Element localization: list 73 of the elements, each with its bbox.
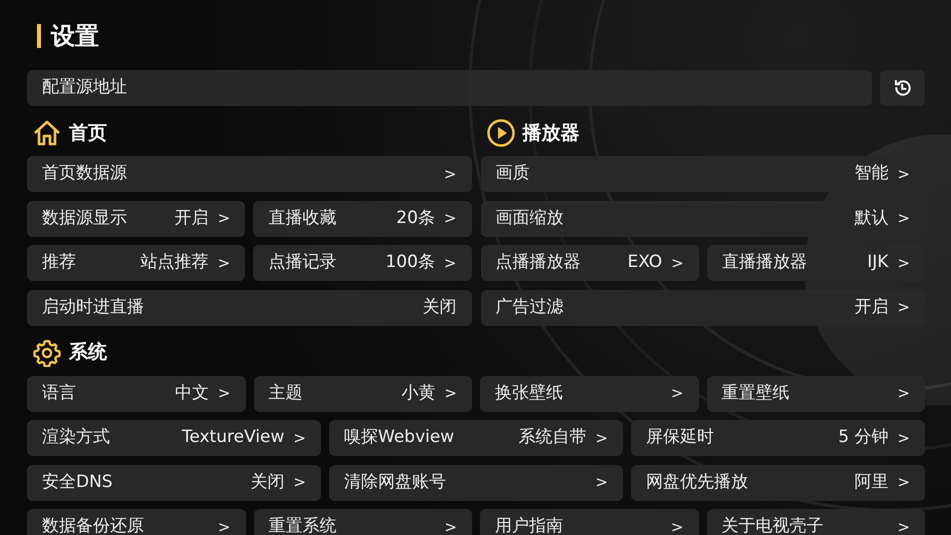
setting-value: 系统自带 [518, 426, 586, 450]
arrow-glyph: > [897, 164, 910, 185]
setting-item[interactable]: 直播收藏 20条 > [253, 200, 472, 236]
section-title: 首页 [69, 120, 107, 146]
setting-value: 默认 [854, 206, 888, 230]
setting-item[interactable]: 点播播放器 EXO > [480, 245, 699, 281]
setting-value: 开启 [854, 296, 888, 319]
setting-item[interactable]: 关于电视壳子 > [706, 509, 925, 535]
settings-icon [33, 338, 61, 366]
setting-value: IJK [867, 251, 888, 274]
arrow-glyph: > [218, 252, 230, 274]
arrow-glyph: > [444, 164, 456, 185]
history-icon [892, 78, 912, 98]
arrow-glyph: > [218, 208, 230, 230]
section-title: 播放器 [522, 120, 580, 146]
setting-value: 100条 [385, 251, 435, 274]
setting-value: 中文 [174, 382, 209, 405]
arrow-glyph: > [897, 252, 910, 274]
setting-item[interactable]: 屏保延时 5 分钟 > [631, 420, 925, 456]
setting-item[interactable]: 用户指南 > [480, 509, 698, 535]
history-button[interactable] [880, 70, 925, 106]
setting-item[interactable]: 首页数据源 > [27, 156, 472, 192]
setting-item[interactable]: 数据源显示 开启 > [27, 200, 246, 236]
setting-item[interactable]: 推荐 站点推荐 > [27, 245, 246, 281]
arrow-glyph: > [444, 383, 457, 404]
setting-item[interactable]: 主题 小黄 > [254, 376, 472, 412]
setting-item[interactable]: 启动时进直播 关闭 [27, 290, 472, 326]
setting-value: 小黄 [401, 382, 436, 405]
arrow-glyph: > [293, 428, 306, 449]
setting-item[interactable]: 清除网盘账号 > [329, 464, 623, 500]
arrow-glyph: > [897, 516, 910, 535]
setting-value: TextureView [182, 426, 284, 450]
setting-value: 关闭 [422, 296, 456, 319]
setting-value: 开启 [174, 206, 209, 230]
setting-value: EXO [627, 251, 662, 274]
arrow-glyph: > [444, 208, 456, 230]
page-title: 设置 [51, 21, 99, 52]
arrow-glyph: > [670, 383, 684, 404]
arrow-glyph: > [444, 516, 457, 535]
arrow-glyph: > [671, 252, 684, 274]
arrow-glyph: > [897, 208, 910, 230]
arrow-glyph: > [897, 297, 910, 318]
setting-item[interactable]: 点播记录 100条 > [253, 245, 472, 281]
setting-item[interactable]: 重置系统 > [254, 509, 472, 535]
arrow-glyph: > [595, 428, 608, 449]
arrow-glyph: > [670, 516, 684, 535]
setting-item[interactable]: 安全DNS 关闭 > [27, 464, 321, 500]
setting-value: 20条 [396, 206, 435, 230]
setting-item[interactable]: 网盘优先播放 阿里 > [631, 464, 925, 500]
home-icon [33, 120, 61, 146]
arrow-glyph: > [897, 383, 910, 404]
arrow-glyph: > [595, 472, 608, 494]
arrow-glyph: > [897, 472, 910, 494]
setting-item[interactable]: 重置壁纸 > [706, 376, 925, 412]
setting-value: 阿里 [854, 470, 888, 494]
setting-item[interactable]: 语言 中文 > [27, 376, 246, 412]
setting-item[interactable]: 广告过滤 开启 > [480, 290, 925, 326]
setting-value: 5 分钟 [838, 426, 888, 450]
arrow-glyph: > [218, 516, 230, 535]
config-source-field[interactable]: 配置源地址 [27, 70, 872, 106]
section-title: 系统 [69, 340, 107, 366]
setting-value: 智能 [854, 162, 888, 186]
setting-item[interactable]: 嗅探Webview 系统自带 > [329, 420, 623, 456]
setting-item[interactable]: 渲染方式 TextureView > [27, 420, 321, 456]
arrow-glyph: > [444, 252, 456, 274]
arrow-glyph: > [897, 428, 910, 449]
setting-item[interactable]: 数据备份还原 > [27, 509, 246, 535]
setting-item[interactable]: 换张壁纸 > [480, 376, 698, 412]
setting-value: 站点推荐 [140, 251, 209, 274]
play-icon [486, 119, 514, 147]
arrow-glyph: > [293, 472, 306, 494]
arrow-glyph: > [218, 383, 230, 404]
setting-value: 关闭 [250, 470, 284, 494]
